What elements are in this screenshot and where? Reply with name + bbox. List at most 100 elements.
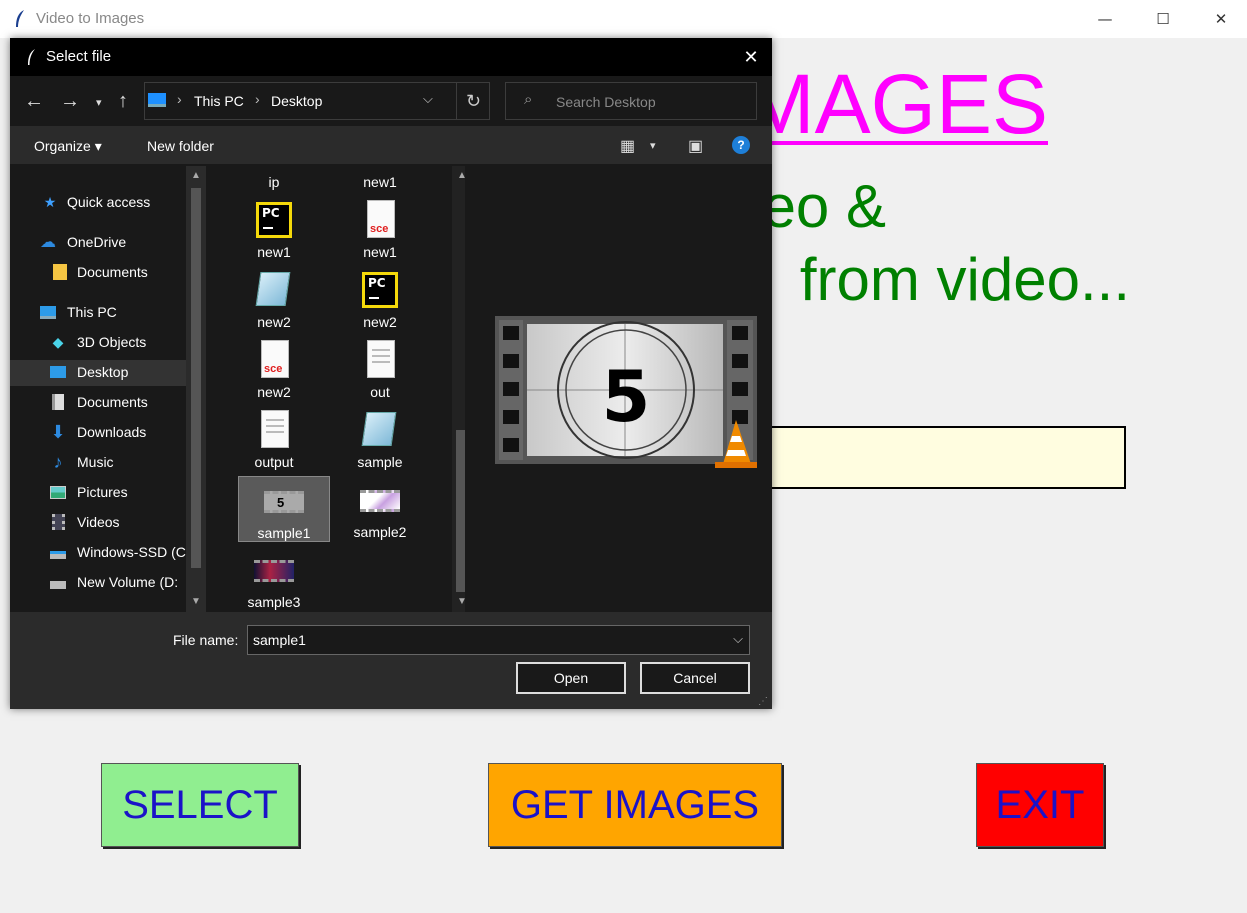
- video-thumbnail-icon: [360, 480, 400, 520]
- file-name-input[interactable]: sample1 ⌵: [247, 625, 750, 655]
- app-title: Video to Images: [36, 10, 145, 27]
- nav-item-label: Desktop: [77, 364, 129, 380]
- file-item-out[interactable]: out: [334, 340, 426, 400]
- file-label: new1: [363, 174, 397, 190]
- nav-item-onedrive-documents[interactable]: Documents: [10, 260, 186, 286]
- search-box[interactable]: ⌕ Search Desktop: [505, 82, 757, 120]
- breadcrumb-separator: ›: [255, 91, 260, 107]
- nav-item-label: New Volume (D:: [77, 574, 179, 590]
- file-dialog: Select file ✕ ← → ▾ ↑ › This PC › Deskto…: [10, 38, 772, 709]
- pycharm-icon: PC: [360, 270, 400, 310]
- nav-item-label: Documents: [77, 394, 148, 410]
- star-icon: ★: [43, 193, 57, 210]
- file-item-new2-py[interactable]: PC new2: [334, 270, 426, 330]
- file-item-new2-sce[interactable]: sce new2: [228, 340, 320, 400]
- video-thumbnail-icon: 5: [264, 481, 304, 521]
- help-icon[interactable]: ?: [732, 136, 750, 154]
- file-item-sample3[interactable]: sample3: [228, 550, 320, 610]
- navigation-pane: ★ Quick access ☁ OneDrive Documents This…: [10, 166, 206, 612]
- maximize-button[interactable]: ☐: [1134, 0, 1192, 38]
- scroll-down-icon[interactable]: ▼: [191, 596, 201, 607]
- feather-icon: [28, 49, 35, 65]
- file-label: out: [370, 384, 390, 400]
- nav-item-label: Windows-SSD (C:: [77, 544, 186, 560]
- notepad-icon: [254, 270, 294, 310]
- nav-item-label: Documents: [77, 264, 148, 280]
- nav-scroll-thumb[interactable]: [191, 188, 201, 568]
- nav-item-this-pc[interactable]: This PC: [10, 300, 186, 326]
- organize-menu[interactable]: Organize ▾: [34, 138, 102, 155]
- nav-item-windows-ssd[interactable]: Windows-SSD (C:: [10, 540, 186, 566]
- file-item-new1-text[interactable]: new1: [334, 170, 426, 190]
- file-list: ip new1 PC new1 sce new1 new2 PC new2 sc…: [208, 166, 472, 612]
- nav-item-label: This PC: [67, 304, 117, 320]
- select-button[interactable]: SELECT: [101, 763, 299, 847]
- dialog-title: Select file: [46, 48, 112, 65]
- drive-icon: [50, 544, 66, 560]
- dialog-toolbar: Organize ▾ New folder ▦ ▾ ▣ ?: [10, 126, 772, 164]
- new-folder-button[interactable]: New folder: [147, 138, 214, 154]
- video-preview-icon: 5: [495, 316, 757, 468]
- back-arrow-icon[interactable]: ←: [24, 90, 44, 113]
- address-bar[interactable]: › This PC › Desktop ⌵: [144, 82, 490, 120]
- close-button[interactable]: ✕: [1192, 0, 1247, 38]
- nav-item-music[interactable]: ♪ Music: [10, 450, 186, 476]
- videos-icon: [50, 514, 66, 530]
- nav-item-label: 3D Objects: [77, 334, 147, 350]
- nav-item-pictures[interactable]: Pictures: [10, 480, 186, 506]
- path-entry[interactable]: [720, 426, 1126, 489]
- notepad-icon: [360, 410, 400, 450]
- refresh-icon[interactable]: ↻: [456, 82, 490, 120]
- file-item-output[interactable]: output: [228, 410, 320, 470]
- feather-icon: [16, 10, 24, 27]
- file-item-sample1[interactable]: 5 sample1: [238, 476, 330, 542]
- cancel-button[interactable]: Cancel: [640, 662, 750, 694]
- get-images-button[interactable]: GET IMAGES: [488, 763, 782, 847]
- nav-item-videos[interactable]: Videos: [10, 510, 186, 536]
- nav-item-label: Videos: [77, 514, 120, 530]
- open-button[interactable]: Open: [516, 662, 626, 694]
- breadcrumb-this-pc[interactable]: This PC: [194, 93, 244, 109]
- file-item-new2-notepad[interactable]: new2: [228, 270, 320, 330]
- preview-pane-icon[interactable]: ▣: [688, 136, 703, 156]
- recent-locations-icon[interactable]: ▾: [96, 96, 102, 109]
- file-item-new1-sce[interactable]: sce new1: [334, 200, 426, 260]
- nav-item-onedrive[interactable]: ☁ OneDrive: [10, 230, 186, 256]
- chevron-down-icon[interactable]: ⌵: [423, 91, 433, 107]
- file-item-ip[interactable]: ip: [228, 170, 320, 190]
- file-label: new1: [257, 244, 291, 260]
- preview-pane: 5: [465, 166, 772, 612]
- dialog-title-bar: Select file ✕: [10, 38, 772, 76]
- search-placeholder: Search Desktop: [556, 94, 656, 110]
- pycharm-icon: PC: [254, 200, 294, 240]
- nav-item-desktop[interactable]: Desktop: [10, 360, 186, 386]
- view-options-icon[interactable]: ▦: [620, 136, 635, 156]
- nav-scrollbar[interactable]: ▲ ▼: [186, 166, 206, 612]
- nav-item-documents[interactable]: Documents: [10, 390, 186, 416]
- file-item-new1-py[interactable]: PC new1: [228, 200, 320, 260]
- file-item-sample2[interactable]: sample2: [334, 480, 426, 540]
- video-thumbnail-icon: [254, 550, 294, 590]
- chevron-down-icon[interactable]: ▾: [650, 139, 656, 152]
- exit-button[interactable]: EXIT: [976, 763, 1104, 847]
- file-label: output: [254, 454, 294, 470]
- scroll-up-icon[interactable]: ▲: [191, 170, 201, 181]
- desktop-icon: [50, 364, 66, 380]
- breadcrumb-desktop[interactable]: Desktop: [271, 93, 322, 109]
- sce-file-icon: sce: [254, 340, 294, 380]
- minimize-button[interactable]: —: [1076, 0, 1134, 38]
- nav-item-downloads[interactable]: ⬇ Downloads: [10, 420, 186, 446]
- nav-item-new-volume[interactable]: New Volume (D:: [10, 570, 186, 596]
- dialog-close-button[interactable]: ✕: [736, 44, 766, 70]
- resize-grip-icon[interactable]: ⋰: [758, 696, 768, 707]
- drive-icon: [50, 574, 66, 590]
- sce-file-icon: sce: [360, 200, 400, 240]
- forward-arrow-icon[interactable]: →: [60, 90, 80, 113]
- file-item-sample[interactable]: sample: [334, 410, 426, 470]
- folder-icon: [52, 264, 68, 280]
- nav-item-quick-access[interactable]: ★ Quick access: [10, 190, 186, 216]
- nav-item-label: Downloads: [77, 424, 147, 440]
- nav-item-3d-objects[interactable]: ◆ 3D Objects: [10, 330, 186, 356]
- chevron-down-icon[interactable]: ⌵: [733, 631, 743, 647]
- up-arrow-icon[interactable]: ↑: [118, 90, 128, 113]
